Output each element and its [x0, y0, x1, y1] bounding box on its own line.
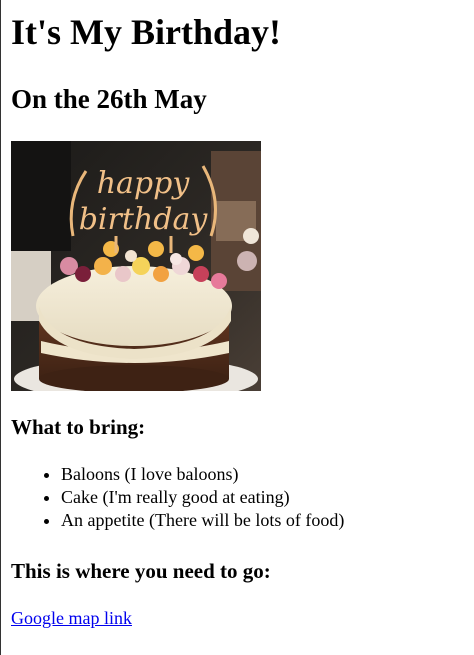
page-title: It's My Birthday! [11, 12, 281, 52]
directions-heading: This is where you need to go: [11, 559, 271, 583]
google-map-link[interactable]: Google map link [11, 607, 132, 629]
list-item: Baloons (I love baloons) [61, 463, 344, 486]
topper-text-happy: happy [97, 166, 191, 201]
what-to-bring-heading: What to bring: [11, 415, 146, 439]
list-item: Cake (I'm really good at eating) [61, 486, 344, 509]
list-item: An appetite (There will be lots of food) [61, 509, 344, 532]
birthday-cake-image: happy birthday [11, 141, 261, 391]
bring-list: Baloons (I love baloons) Cake (I'm reall… [11, 463, 344, 532]
page-left-border [0, 0, 1, 655]
topper-text-birthday: birthday [79, 202, 209, 237]
event-date-heading: On the 26th May [11, 84, 207, 114]
